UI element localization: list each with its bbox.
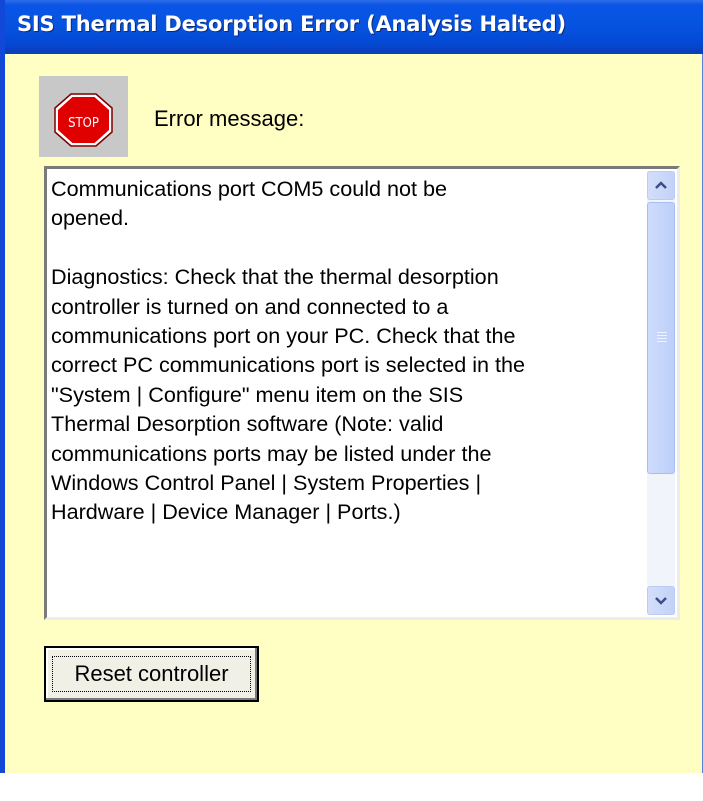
chevron-up-icon xyxy=(655,181,667,189)
stop-sign-icon: STOP xyxy=(54,93,113,147)
window-title: SIS Thermal Desorption Error (Analysis H… xyxy=(17,12,566,36)
scroll-thumb[interactable] xyxy=(647,202,675,474)
reset-controller-label: Reset controller xyxy=(74,661,229,686)
error-message-textbox[interactable]: Communications port COM5 could not be op… xyxy=(44,166,680,620)
chevron-down-icon xyxy=(655,597,667,605)
reset-controller-button[interactable]: Reset controller xyxy=(44,646,259,702)
scroll-up-button[interactable] xyxy=(647,171,675,200)
scroll-down-button[interactable] xyxy=(647,586,675,615)
error-dialog-window: SIS Thermal Desorption Error (Analysis H… xyxy=(0,0,703,773)
error-message-text: Communications port COM5 could not be op… xyxy=(51,176,526,525)
title-bar[interactable]: SIS Thermal Desorption Error (Analysis H… xyxy=(5,0,703,54)
vertical-scrollbar[interactable] xyxy=(647,171,675,615)
stop-icon-frame: STOP xyxy=(39,76,128,157)
error-message-label: Error message: xyxy=(154,106,305,131)
stop-icon-text: STOP xyxy=(68,116,99,131)
